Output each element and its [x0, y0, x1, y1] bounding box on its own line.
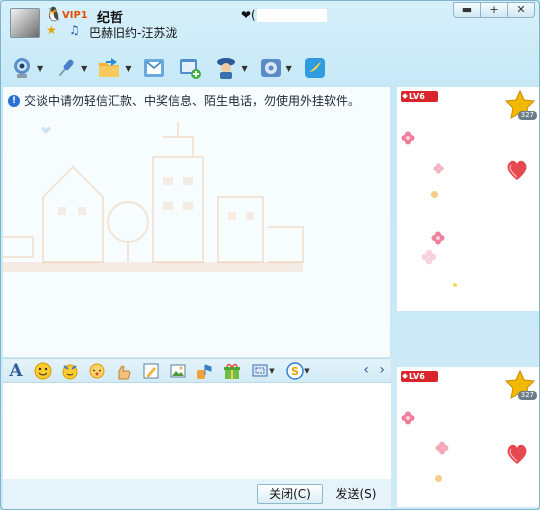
chevron-down-icon[interactable]: ▼ [304, 367, 309, 375]
send-image-button[interactable] [169, 362, 187, 380]
status-redacted [257, 9, 327, 22]
chevron-down-icon[interactable]: ▼ [269, 367, 274, 375]
voice-message-button[interactable] [115, 362, 133, 380]
webcam-tool[interactable]: ▼ [9, 55, 43, 81]
send-button[interactable]: 发送(S) [323, 484, 389, 504]
heart-icon [507, 444, 527, 464]
shake-icon [89, 363, 105, 378]
remote-assist-tool[interactable]: ▼ [213, 55, 248, 81]
qzone-tool[interactable] [302, 55, 328, 81]
window-controls: ▬ + ✕ [453, 2, 535, 18]
add-app-tool[interactable] [177, 55, 203, 81]
flower-icon [433, 163, 444, 174]
chevron-down-icon[interactable]: ▼ [125, 64, 131, 73]
gift-icon [224, 363, 240, 379]
next-arrow-icon[interactable]: › [379, 362, 385, 378]
flower-icon [421, 249, 437, 265]
star-count: 327 [517, 391, 537, 400]
magic-face-icon [62, 364, 78, 379]
gift-button[interactable] [223, 362, 241, 380]
level-badge: LV6 [401, 371, 438, 382]
add-app-icon [177, 55, 203, 81]
doodle-button[interactable] [142, 362, 160, 380]
chevron-down-icon[interactable]: ▼ [241, 64, 247, 73]
music-icon [197, 364, 212, 379]
now-playing-song[interactable]: 巴赫旧约-汪苏泷 [89, 24, 177, 41]
flower-icon [401, 131, 415, 145]
music-button[interactable] [196, 362, 214, 380]
flower-icon [435, 441, 449, 455]
qq-penguin-icon: 🐧 [45, 7, 63, 23]
my-show-panel[interactable]: LV6 327 [397, 367, 539, 507]
decor-dot [453, 283, 457, 287]
decor-dot [431, 191, 438, 198]
magic-emoticon-button[interactable] [61, 362, 79, 380]
background-illustration [3, 122, 304, 272]
avatar[interactable] [10, 8, 40, 38]
close-window-button[interactable]: ✕ [507, 2, 535, 18]
format-toolbar: A ▼ S ▼ ‹ › [3, 358, 391, 383]
soso-button[interactable]: S ▼ [285, 361, 311, 380]
microphone-tool[interactable]: ▼ [53, 55, 87, 81]
pencil-edit-icon [143, 363, 159, 378]
info-shield-icon: ! [8, 94, 20, 107]
vip-badge[interactable]: VIP1 [62, 10, 88, 21]
minimize-button[interactable]: ▬ [453, 2, 481, 18]
status-message: ❤( [241, 8, 256, 22]
chevron-down-icon[interactable]: ▼ [81, 64, 87, 73]
heart-icon [507, 160, 527, 180]
chevron-down-icon[interactable]: ▼ [37, 64, 43, 73]
settings-tool[interactable]: ▼ [258, 55, 292, 81]
level-badge: LV6 [401, 91, 438, 102]
decor-dot [435, 475, 442, 482]
image-icon [170, 364, 186, 377]
maximize-button[interactable]: + [480, 2, 508, 18]
security-notice: ! 交谈中请勿轻信汇款、中奖信息、陌生电话，勿使用外挂软件。 [8, 92, 360, 109]
font-icon: A [9, 360, 23, 381]
webcam-icon [9, 55, 35, 81]
shake-window-button[interactable] [88, 362, 106, 380]
contact-show-panel[interactable]: LV6 327 [397, 87, 539, 311]
toolbar-nav: ‹ › [363, 362, 385, 378]
settings-icon [258, 55, 284, 81]
file-transfer-tool[interactable]: ▼ [97, 55, 131, 81]
microphone-icon [53, 55, 79, 81]
star-count: 327 [517, 111, 537, 120]
soso-search-icon: S [286, 361, 305, 380]
remote-assist-icon [213, 55, 239, 81]
flower-icon [401, 411, 415, 425]
font-button[interactable]: A [7, 360, 25, 381]
hand-icon [118, 364, 131, 379]
email-tool[interactable] [141, 55, 167, 81]
chat-window: 🐧 VIP1 ★ 纪哲 ♫ 巴赫旧约-汪苏泷 ❤( ▬ + ✕ ▼ ▼ ▼ ▼ … [0, 0, 540, 510]
message-input[interactable] [3, 383, 391, 479]
emoticon-button[interactable] [34, 362, 52, 380]
action-bar: 关闭(C) 发送(S) [3, 479, 391, 509]
email-icon [141, 55, 167, 81]
chat-history[interactable]: ! 交谈中请勿轻信汇款、中奖信息、陌生电话，勿使用外挂软件。 [3, 87, 391, 357]
toolbar: ▼ ▼ ▼ ▼ ▼ [9, 51, 338, 85]
close-button[interactable]: 关闭(C) [257, 484, 323, 504]
prev-arrow-icon[interactable]: ‹ [363, 362, 369, 378]
flower-icon [431, 231, 445, 245]
chevron-down-icon[interactable]: ▼ [286, 64, 292, 73]
smiley-icon [34, 362, 52, 379]
qzone-icon [302, 55, 328, 81]
screenshot-button[interactable]: ▼ [250, 362, 276, 380]
music-note-icon: ♫ [69, 23, 80, 37]
star-icon: ★ [46, 23, 57, 37]
screenshot-icon [252, 364, 268, 376]
folder-transfer-icon [97, 55, 123, 81]
svg-text:S: S [291, 365, 299, 378]
security-notice-text: 交谈中请勿轻信汇款、中奖信息、陌生电话，勿使用外挂软件。 [24, 94, 361, 108]
